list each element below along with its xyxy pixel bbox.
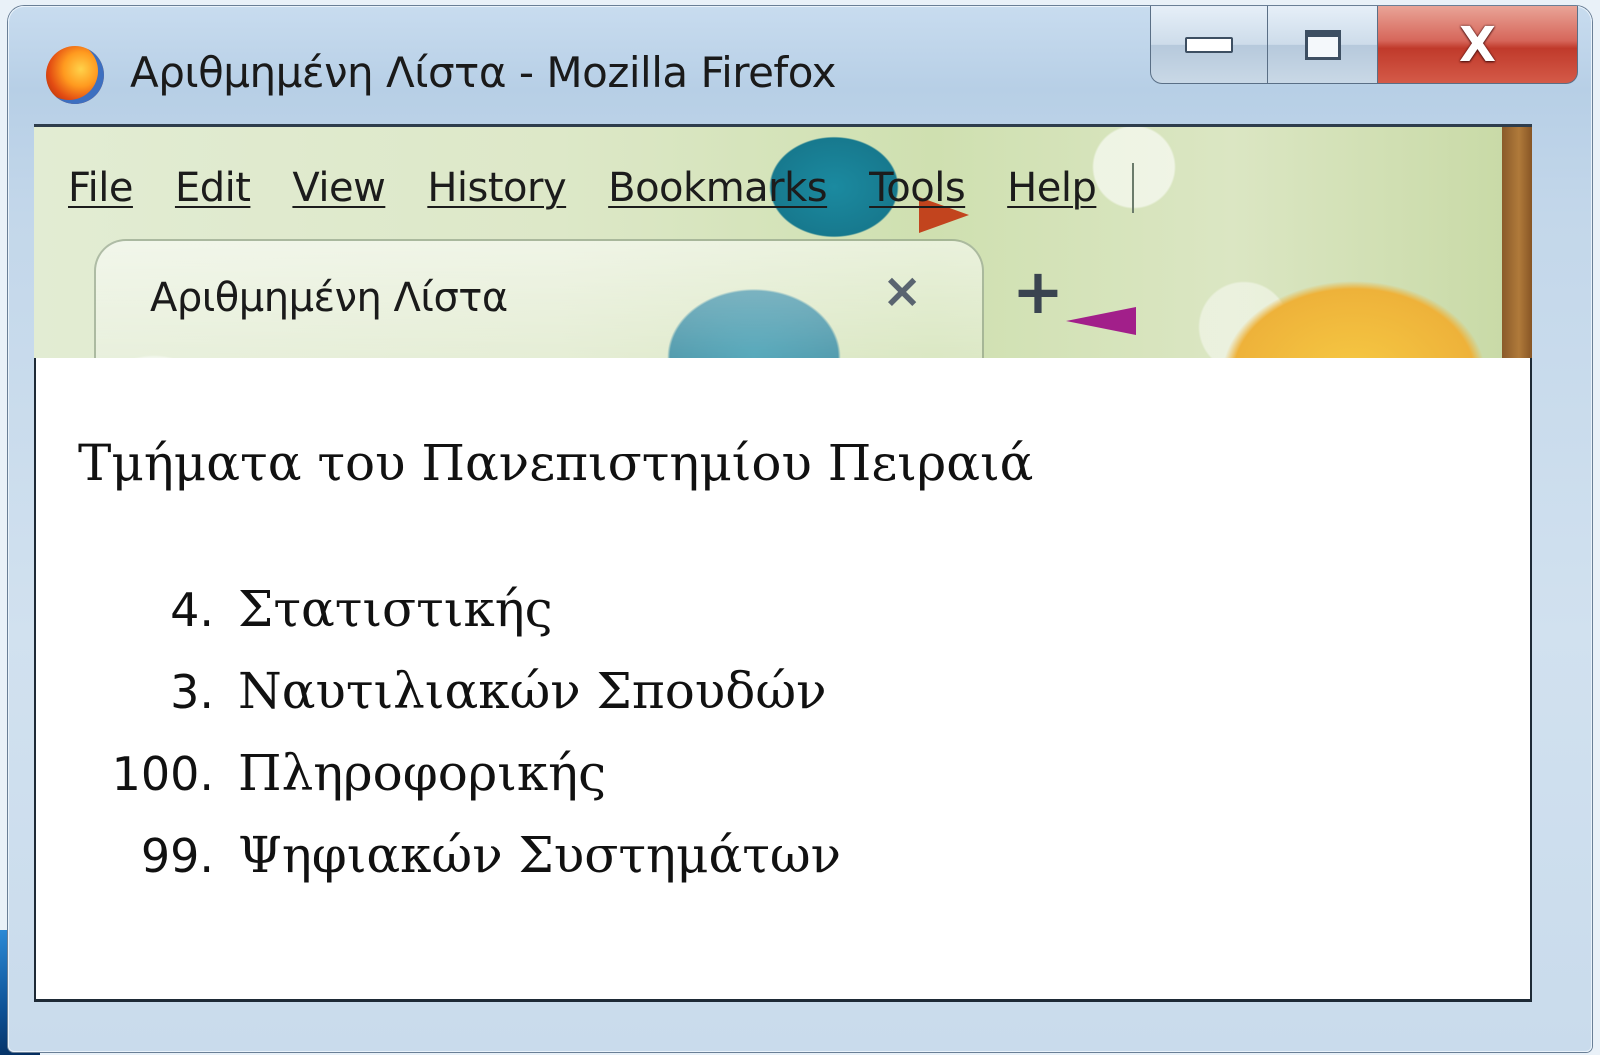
minimize-button[interactable]	[1150, 6, 1268, 84]
list-item-text: Ναυτιλιακών Σπουδών	[238, 662, 827, 720]
numbered-list: 4. Στατιστικής 3. Ναυτιλιακών Σπουδών 10…	[36, 580, 842, 908]
window-title: Αριθμημένη Λίστα - Mozilla Firefox	[130, 48, 836, 97]
list-item-number: 100.	[111, 747, 214, 801]
menu-bookmarks[interactable]: Bookmarks	[608, 165, 827, 211]
title-bar[interactable]: Αριθμημένη Λίστα - Mozilla Firefox X	[8, 6, 1592, 128]
menu-history[interactable]: History	[427, 165, 566, 211]
page-heading: Τμήματα του Πανεπιστημίου Πειραιά	[78, 434, 1034, 492]
minimize-icon	[1185, 36, 1233, 53]
list-item: 3. Ναυτιλιακών Σπουδών	[36, 662, 841, 744]
theme-decoration	[1502, 127, 1532, 359]
new-tab-plus-icon[interactable]: +	[1012, 261, 1064, 323]
menu-file[interactable]: File	[68, 165, 133, 211]
maximize-icon	[1304, 29, 1341, 60]
page-content: Τμήματα του Πανεπιστημίου Πειραιά 4. Στα…	[34, 358, 1532, 1002]
menu-help[interactable]: Help	[1007, 165, 1097, 211]
list-item-text: Ψηφιακών Συστημάτων	[238, 826, 842, 884]
list-item-text: Πληροφορικής	[238, 744, 607, 802]
list-item-text: Στατιστικής	[238, 580, 553, 638]
list-item: 99. Ψηφιακών Συστημάτων	[36, 826, 841, 908]
close-button[interactable]: X	[1378, 6, 1578, 84]
caption-buttons: X	[1150, 6, 1578, 88]
list-item-number: 4.	[170, 583, 214, 637]
list-item-number: 99.	[140, 829, 214, 883]
list-item-number: 3.	[170, 665, 214, 719]
browser-toolbar-area: File Edit View History Bookmarks Tools H…	[34, 124, 1532, 359]
desktop: Αριθμημένη Λίστα - Mozilla Firefox X Fil…	[0, 0, 1600, 1055]
menu-tools[interactable]: Tools	[869, 165, 966, 211]
menu-edit[interactable]: Edit	[175, 165, 251, 211]
firefox-logo-icon	[46, 46, 104, 104]
menu-view[interactable]: View	[292, 165, 385, 211]
tab-title: Αριθμημένη Λίστα	[150, 275, 508, 321]
menu-separator	[1132, 163, 1135, 213]
tab-close-icon[interactable]: ×	[882, 267, 922, 315]
list-item: 4. Στατιστικής	[36, 580, 841, 662]
theme-decoration	[1066, 307, 1136, 335]
close-icon: X	[1458, 16, 1496, 73]
menu-bar: File Edit View History Bookmarks Tools H…	[68, 157, 1135, 219]
list-item: 100. Πληροφορικής	[36, 744, 841, 826]
maximize-button[interactable]	[1268, 6, 1378, 84]
tab-active[interactable]: Αριθμημένη Λίστα ×	[94, 239, 984, 359]
